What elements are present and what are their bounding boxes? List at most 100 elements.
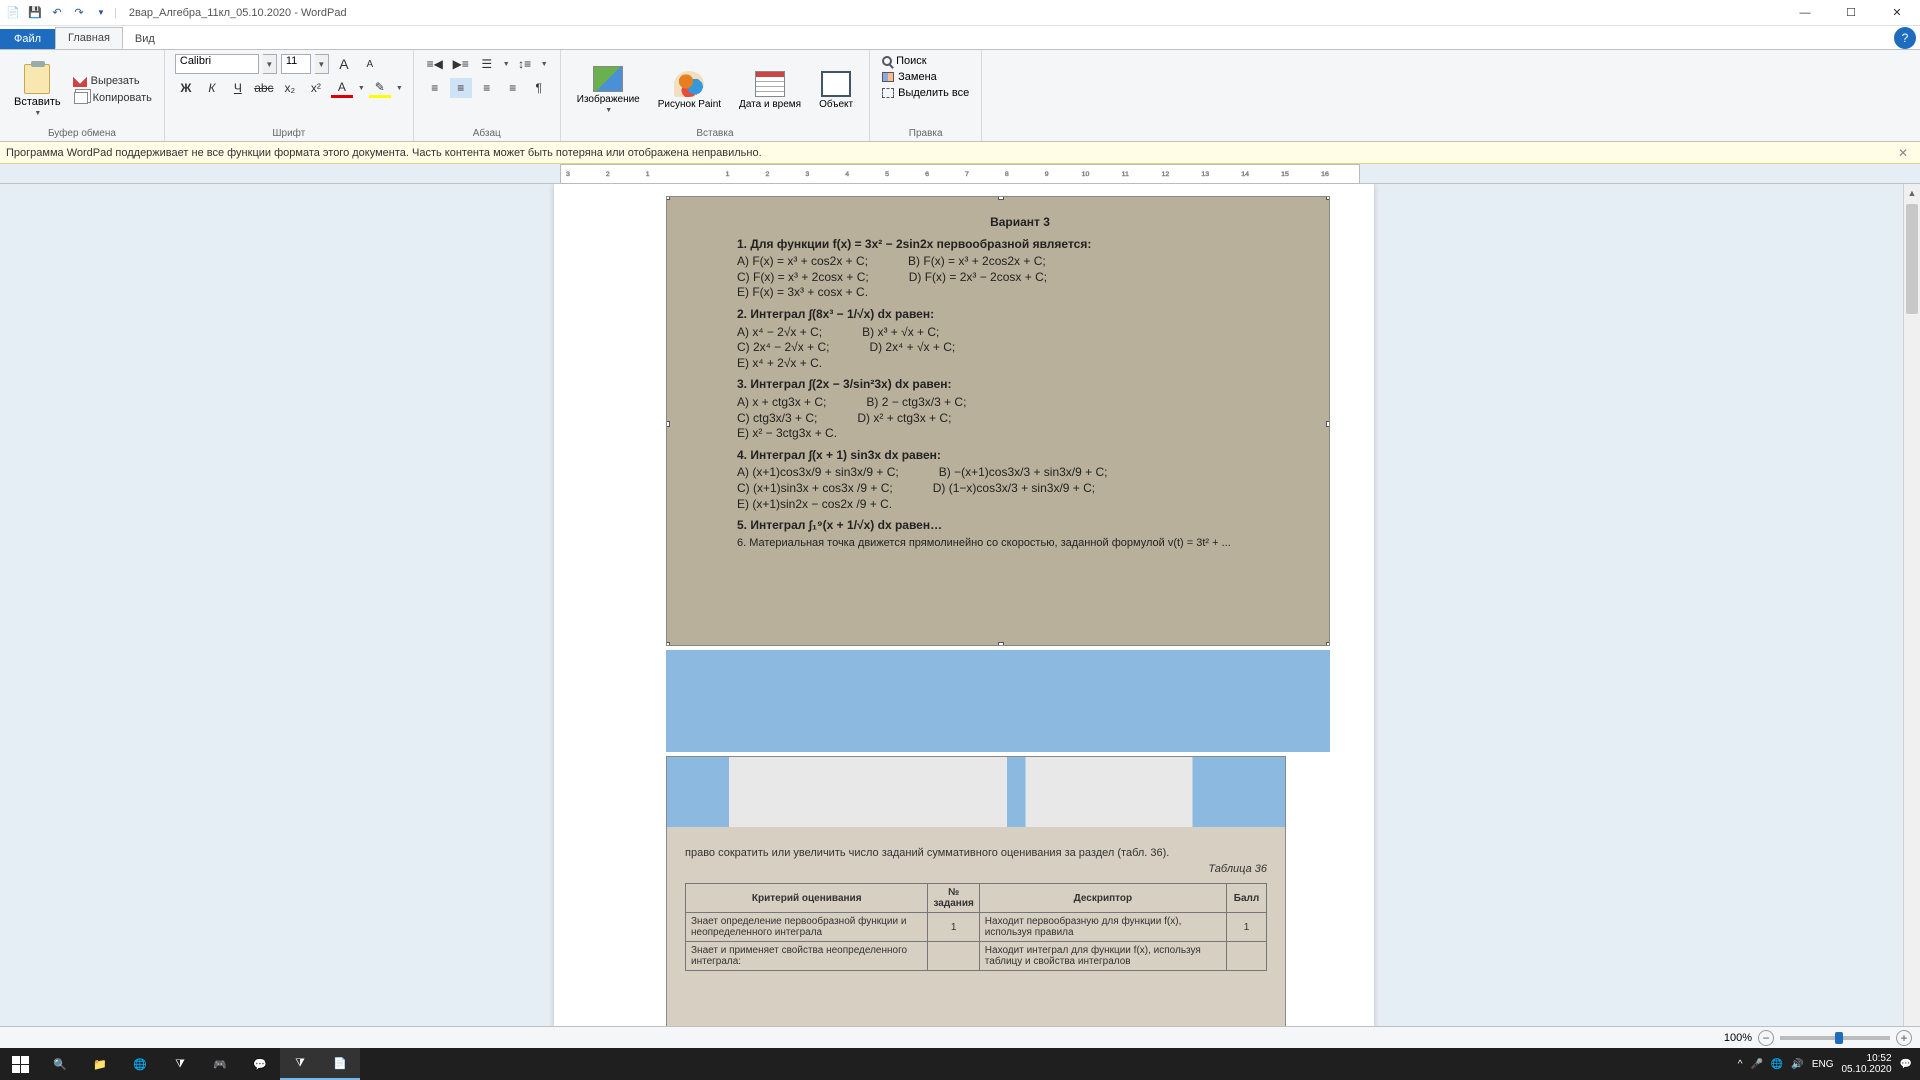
title-bar: 📄 💾 ↶ ↷ ▼ | 2вар_Алгебра_11кл_05.10.2020… <box>0 0 1920 26</box>
tab-view[interactable]: Вид <box>123 29 167 49</box>
taskbar-app2[interactable]: ⧩ <box>280 1048 320 1080</box>
save-icon[interactable]: 💾 <box>26 4 44 22</box>
bold-button[interactable]: Ж <box>175 78 197 98</box>
svg-text:3: 3 <box>805 171 809 178</box>
scroll-thumb[interactable] <box>1906 204 1918 314</box>
scroll-up-button[interactable]: ▲ <box>1904 184 1920 201</box>
qat-dropdown-icon[interactable]: ▼ <box>92 4 110 22</box>
align-center-button[interactable]: ≡ <box>450 78 472 98</box>
align-left-button[interactable]: ≡ <box>424 78 446 98</box>
editing-group-label: Правка <box>880 126 971 139</box>
taskbar-whatsapp[interactable]: 💬 <box>240 1048 280 1080</box>
zoom-in-button[interactable]: + <box>1896 1030 1912 1046</box>
group-font: Calibri▼ 11▼ A A Ж К Ч abc x₂ x² A▼ ✎▼ Ш… <box>165 50 414 141</box>
font-color-button[interactable]: A <box>331 78 353 98</box>
superscript-button[interactable]: x² <box>305 78 327 98</box>
grow-font-button[interactable]: A <box>333 54 355 74</box>
embedded-image-2[interactable]: право сократить или увеличить число зада… <box>666 756 1286 1046</box>
redo-icon[interactable]: ↷ <box>70 4 88 22</box>
warning-close-button[interactable]: ✕ <box>1892 146 1914 160</box>
tray-language[interactable]: ENG <box>1812 1059 1834 1070</box>
selection-handle[interactable] <box>666 642 670 646</box>
intro-text: право сократить или увеличить число зада… <box>685 847 1267 859</box>
taskbar-explorer[interactable]: 📁 <box>80 1048 120 1080</box>
tray-network-icon[interactable]: 🌐 <box>1771 1059 1783 1070</box>
font-name-dropdown-icon[interactable]: ▼ <box>263 54 277 74</box>
copy-button[interactable]: Копировать <box>71 90 154 106</box>
help-icon[interactable]: ? <box>1894 27 1916 49</box>
embedded-image-1[interactable]: Вариант 3 1. Для функции f(x) = 3x² − 2s… <box>666 196 1330 646</box>
tray-clock[interactable]: 10:52 05.10.2020 <box>1841 1053 1891 1075</box>
underline-button[interactable]: Ч <box>227 78 249 98</box>
shrink-font-button[interactable]: A <box>359 54 381 74</box>
selection-handle[interactable] <box>1326 196 1330 200</box>
svg-text:8: 8 <box>1005 171 1009 178</box>
tab-home[interactable]: Главная <box>55 27 123 49</box>
zoom-slider[interactable] <box>1780 1036 1890 1040</box>
selection-handle[interactable] <box>666 421 670 427</box>
tab-file[interactable]: Файл <box>0 29 55 49</box>
table-caption: Таблица 36 <box>685 863 1267 875</box>
svg-text:14: 14 <box>1241 171 1249 178</box>
insert-datetime-button[interactable]: Дата и время <box>733 69 807 112</box>
taskbar-steam[interactable]: ⧩ <box>160 1048 200 1080</box>
select-all-button[interactable]: Выделить все <box>880 86 971 100</box>
selection-handle[interactable] <box>666 196 670 200</box>
selection-handle[interactable] <box>998 196 1004 200</box>
page[interactable]: Вариант 3 1. Для функции f(x) = 3x² − 2s… <box>554 184 1374 1054</box>
increase-indent-button[interactable]: ▶≡ <box>450 54 472 74</box>
align-right-button[interactable]: ≡ <box>476 78 498 98</box>
undo-icon[interactable]: ↶ <box>48 4 66 22</box>
taskbar-search[interactable]: 🔍 <box>40 1048 80 1080</box>
vertical-scrollbar[interactable]: ▲ ▼ <box>1903 184 1920 1054</box>
cut-button[interactable]: Вырезать <box>71 74 154 88</box>
font-size-select[interactable]: 11 <box>281 54 311 74</box>
horizontal-ruler[interactable]: 321 1234 5678 9101112 13141516 <box>560 164 1360 184</box>
start-button[interactable] <box>0 1048 40 1080</box>
selection-handle[interactable] <box>1326 642 1330 646</box>
decrease-indent-button[interactable]: ≡◀ <box>424 54 446 74</box>
insert-image-button[interactable]: Изображение▼ <box>571 64 646 116</box>
close-button[interactable]: ✕ <box>1874 0 1920 26</box>
clipboard-group-label: Буфер обмена <box>10 126 154 139</box>
minimize-button[interactable]: — <box>1782 0 1828 26</box>
strike-button[interactable]: abc <box>253 78 275 98</box>
group-paragraph: ≡◀ ▶≡ ☰▼ ↕≡▼ ≡ ≡ ≡ ≡ ¶ Абзац <box>414 50 561 141</box>
tray-volume-icon[interactable]: 🔊 <box>1791 1059 1803 1070</box>
question-3: 3. Интеграл ∫(2x − 3/sin²3x) dx равен: <box>737 377 1303 393</box>
italic-button[interactable]: К <box>201 78 223 98</box>
table-row: Знает определение первообразной функции … <box>686 913 1267 942</box>
line-spacing-button[interactable]: ↕≡ <box>514 54 536 74</box>
taskbar-app1[interactable]: 🎮 <box>200 1048 240 1080</box>
font-name-select[interactable]: Calibri <box>175 54 259 74</box>
highlight-button[interactable]: ✎ <box>369 78 391 98</box>
paste-button[interactable]: Вставить ▼ <box>10 62 65 119</box>
svg-text:16: 16 <box>1321 171 1329 178</box>
selection-handle[interactable] <box>998 642 1004 646</box>
question-2: 2. Интеграл ∫(8x³ − 1/√x) dx равен: <box>737 307 1303 323</box>
scissors-icon <box>73 75 87 87</box>
taskbar-wordpad[interactable]: 📄 <box>320 1048 360 1080</box>
justify-button[interactable]: ≡ <box>502 78 524 98</box>
tray-mic-icon[interactable]: 🎤 <box>1750 1059 1762 1070</box>
taskbar-chrome[interactable]: 🌐 <box>120 1048 160 1080</box>
paragraph-dialog-button[interactable]: ¶ <box>528 78 550 98</box>
zoom-slider-knob[interactable] <box>1835 1032 1843 1044</box>
insert-group-label: Вставка <box>571 126 859 139</box>
insert-paint-button[interactable]: Рисунок Paint <box>652 69 727 112</box>
tray-chevron-icon[interactable]: ^ <box>1738 1059 1743 1070</box>
insert-object-button[interactable]: Объект <box>813 69 859 112</box>
subscript-button[interactable]: x₂ <box>279 78 301 98</box>
zoom-level: 100% <box>1724 1032 1752 1044</box>
zoom-out-button[interactable]: − <box>1758 1030 1774 1046</box>
replace-button[interactable]: Замена <box>880 70 939 84</box>
font-size-dropdown-icon[interactable]: ▼ <box>315 54 329 74</box>
selection-handle[interactable] <box>1326 421 1330 427</box>
criteria-table: Критерий оценивания № задания Дескриптор… <box>685 883 1267 971</box>
bullets-button[interactable]: ☰ <box>476 54 498 74</box>
maximize-button[interactable]: ☐ <box>1828 0 1874 26</box>
question-4: 4. Интеграл ∫(x + 1) sin3x dx равен: <box>737 448 1303 464</box>
tray-notifications-icon[interactable]: 💬 <box>1900 1059 1912 1070</box>
find-button[interactable]: Поиск <box>880 54 928 68</box>
zoom-control: 100% − + <box>1724 1030 1912 1046</box>
